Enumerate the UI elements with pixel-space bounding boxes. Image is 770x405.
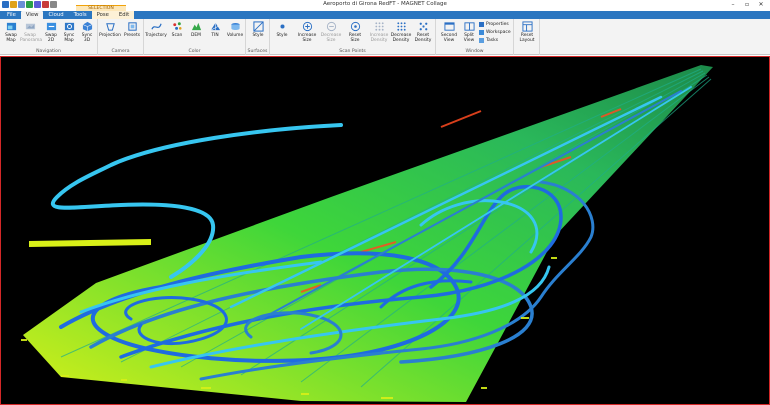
tin-button[interactable]: TIN	[205, 21, 225, 38]
decrease-density-button[interactable]: Decrease Density	[390, 21, 412, 43]
navigation-group: Swap Map Swap Panorama Swap 2D Sync Map …	[0, 19, 98, 55]
color-group: Trajectory Scan DEM TIN Volume Color	[144, 19, 246, 55]
sync-3d-button[interactable]: Sync 3D	[77, 21, 97, 43]
sync-map-button[interactable]: Sync Map	[59, 21, 79, 43]
volume-icon	[230, 23, 240, 30]
properties-icon	[479, 22, 484, 27]
tab-edit[interactable]: Edit	[113, 11, 135, 19]
properties-button[interactable]: Properties	[479, 21, 509, 28]
decrease-size-icon	[326, 21, 336, 32]
tab-pose[interactable]: Pose	[91, 11, 114, 19]
window-group: Second View Split View Properties Worksp…	[436, 19, 514, 55]
increase-size-icon	[302, 21, 312, 32]
window-group-label: Window	[465, 49, 484, 54]
increase-density-button[interactable]: Increase Density	[368, 21, 390, 43]
map-icon	[6, 22, 16, 31]
surface-style-icon	[252, 21, 264, 32]
ribbon: Swap Map Swap Panorama Swap 2D Sync Map …	[0, 19, 770, 55]
trajectory-button[interactable]: Trajectory	[145, 21, 167, 38]
surfaces-group: Style Surfaces	[246, 19, 270, 55]
increase-size-button[interactable]: Increase Size	[295, 21, 319, 43]
scan-button[interactable]: Scan	[167, 21, 187, 38]
presets-icon	[127, 22, 137, 31]
ribbon-tabs: File View Cloud Tools Pose Edit	[0, 11, 770, 19]
tasks-button[interactable]: Tasks	[479, 37, 498, 44]
trajectory-icon	[150, 23, 162, 30]
scan-points-group: Style Increase Size Decrease Size Reset …	[270, 19, 436, 55]
presets-button[interactable]: Presets	[121, 21, 143, 38]
tab-view[interactable]: View	[20, 11, 44, 19]
tab-cloud[interactable]: Cloud	[43, 11, 68, 19]
navigation-group-label: Navigation	[36, 49, 61, 54]
apron-strip	[29, 239, 151, 247]
workspace-button[interactable]: Workspace	[479, 29, 511, 36]
sync-map-icon	[64, 22, 74, 31]
reset-density-button[interactable]: Reset Density	[412, 21, 434, 43]
split-view-button[interactable]: Split View	[460, 21, 478, 43]
point-cloud-render[interactable]	[1, 57, 768, 403]
camera-group: Projection Presets Camera	[98, 19, 144, 55]
decrease-size-button[interactable]: Decrease Size	[319, 21, 343, 43]
restore-button[interactable]: ▫	[740, 0, 754, 9]
reset-layout-icon	[521, 21, 533, 32]
swap-map-button[interactable]: Swap Map	[1, 21, 21, 43]
dem-button[interactable]: DEM	[186, 21, 206, 38]
split-view-icon	[463, 22, 475, 31]
surfaces-group-label: Surfaces	[247, 49, 268, 54]
dem-icon	[191, 22, 201, 31]
workspace-icon	[479, 30, 484, 35]
increase-density-icon	[374, 22, 384, 31]
tasks-icon	[479, 38, 484, 43]
tin-icon	[210, 22, 220, 31]
reset-size-icon	[350, 21, 360, 32]
reset-size-button[interactable]: Reset Size	[343, 21, 367, 43]
camera-group-label: Camera	[111, 49, 130, 54]
reset-density-icon	[419, 22, 427, 31]
volume-button[interactable]: Volume	[224, 21, 246, 38]
sync-3d-icon	[82, 21, 92, 32]
surfaces-style-button[interactable]: Style	[248, 21, 268, 38]
scan-icon	[172, 22, 182, 30]
swap-2d-button[interactable]: Swap 2D	[41, 21, 61, 43]
second-view-button[interactable]: Second View	[438, 21, 460, 43]
tab-tools[interactable]: Tools	[69, 11, 92, 19]
swap-panorama-button[interactable]: Swap Panorama	[20, 21, 42, 43]
panorama-icon	[25, 23, 35, 30]
close-button[interactable]: ✕	[754, 0, 768, 9]
second-view-icon	[443, 22, 455, 31]
point-cloud-viewport[interactable]	[0, 56, 770, 405]
swap-2d-icon	[46, 22, 56, 31]
layout-group: Reset Layout	[514, 19, 540, 55]
minimize-button[interactable]: –	[726, 0, 740, 9]
tab-file[interactable]: File	[2, 11, 21, 19]
window-controls: – ▫ ✕	[726, 0, 768, 9]
points-style-button[interactable]: Style	[272, 21, 292, 38]
decrease-density-icon	[396, 22, 406, 31]
point-style-icon	[279, 24, 285, 29]
reset-layout-button[interactable]: Reset Layout	[517, 21, 537, 43]
color-group-label: Color	[188, 49, 201, 54]
scan-points-group-label: Scan Points	[339, 49, 366, 54]
projection-button[interactable]: Projection	[99, 21, 121, 38]
projection-icon	[105, 23, 115, 31]
